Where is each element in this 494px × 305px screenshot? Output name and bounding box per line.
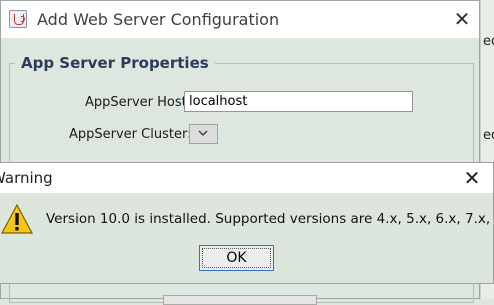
dialog-title-bar[interactable]: Add Web Server Configuration ✕ [1,1,479,38]
background-text-fragment: ed [483,128,494,143]
warning-title-bar[interactable]: Warning ✕ [0,163,493,193]
cluster-label: AppServer Cluster: [69,127,192,142]
warning-icon [1,204,33,234]
background-text-fragment: ed [483,34,494,49]
warning-message: Version 10.0 is installed. Supported ver… [46,211,494,227]
cluster-dropdown[interactable] [189,124,218,144]
section-title: App Server Properties [15,54,215,72]
background-button[interactable] [163,295,317,305]
warning-title: Warning [0,169,53,187]
host-input[interactable]: localhost [184,91,413,112]
close-icon[interactable]: ✕ [451,8,473,30]
java-icon [9,10,27,28]
warning-dialog: Warning ✕ Version 10.0 is installed. Sup… [0,162,494,284]
host-label: AppServer Host: [85,95,192,110]
chevron-down-icon [198,130,208,136]
close-icon[interactable]: ✕ [461,167,483,189]
dialog-title: Add Web Server Configuration [37,10,280,29]
ok-button[interactable]: OK [199,245,274,271]
ok-label: OK [226,250,247,266]
